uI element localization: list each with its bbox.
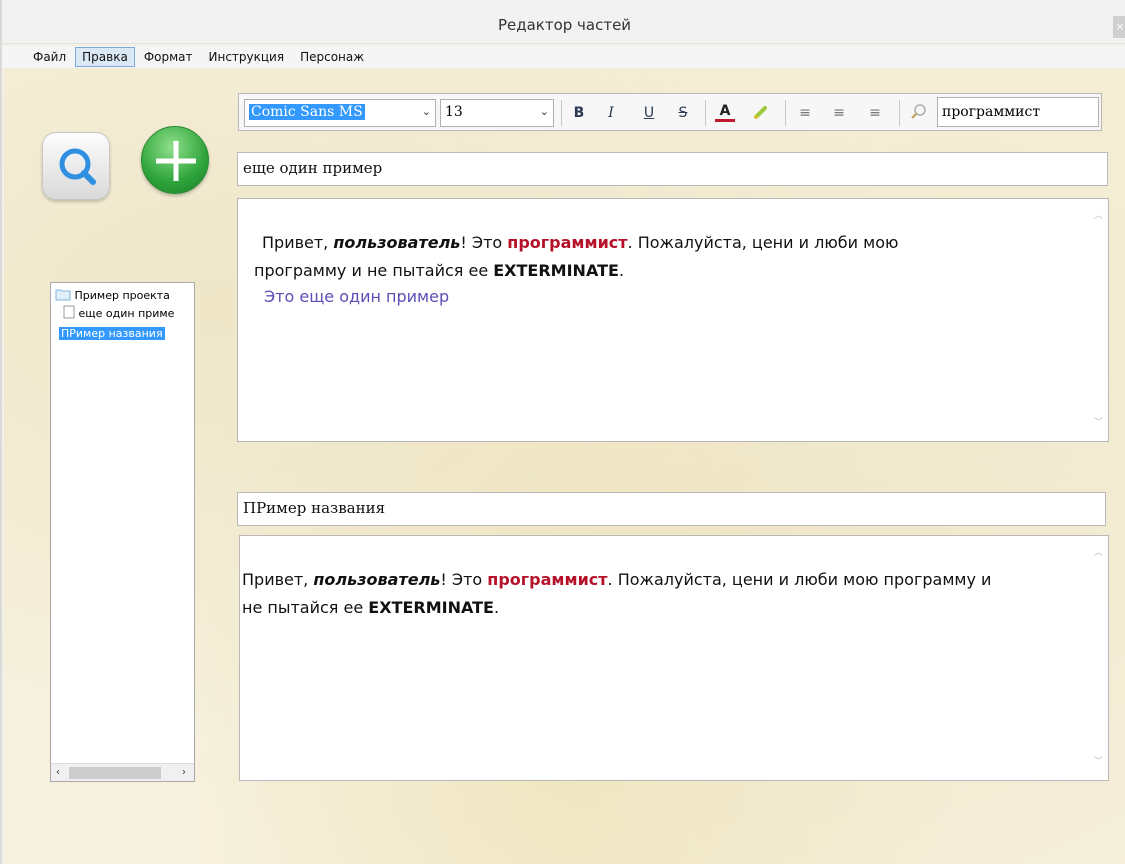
search-icon <box>911 104 926 119</box>
font-size-select[interactable]: 13 ⌄ <box>440 99 554 127</box>
part1-title-field[interactable]: еще один пример <box>237 152 1108 186</box>
find-button[interactable] <box>909 103 929 123</box>
text-run: программу и не пытайся ее <box>254 261 494 280</box>
align-left-button[interactable]: ≡ <box>795 103 815 123</box>
scroll-down-icon[interactable]: ﹀ <box>1094 410 1103 437</box>
text-run: ! Это <box>460 233 508 252</box>
magnifier-icon <box>59 148 96 185</box>
align-center-button[interactable]: ≡ <box>829 103 849 123</box>
part2-line-2: не пытайся ее EXTERMINATE. <box>242 594 499 621</box>
text-run: Привет, <box>242 570 314 589</box>
menu-format[interactable]: Формат <box>137 47 200 67</box>
text-run: Привет, <box>262 233 334 252</box>
menu-edit[interactable]: Правка <box>75 47 135 67</box>
menu-character[interactable]: Персонаж <box>293 47 371 67</box>
text-run: . <box>618 261 625 280</box>
part2-vertical-scrollbar[interactable]: ︿ ﹀ <box>1090 536 1108 780</box>
window-title: Редактор частей <box>497 16 632 34</box>
part2-paragraph: Привет, пользователь! Это программист. П… <box>242 566 1082 593</box>
text-run: . Пожалуйста, цени и люби мою <box>627 233 899 252</box>
parts-editor-window: Редактор частей × Файл Правка Формат Инс… <box>0 0 1125 864</box>
part2-title-field[interactable]: ПРимер названия <box>237 492 1106 526</box>
part1-line-3: Это еще один пример <box>264 287 450 306</box>
strikethrough-button[interactable]: S <box>673 103 693 123</box>
part1-vertical-scrollbar[interactable]: ︿ ﹀ <box>1090 199 1108 441</box>
scroll-up-icon[interactable]: ︿ <box>1094 540 1103 567</box>
text-run-bold: EXTERMINATE <box>368 598 494 617</box>
workspace: Пример проекта еще один приме ПРимер наз… <box>4 68 1125 864</box>
menu-instruction[interactable]: Инструкция <box>202 47 292 67</box>
scroll-thumb[interactable] <box>69 767 161 779</box>
tree-project-label: Пример проекта <box>74 289 170 302</box>
text-run-red: программист <box>487 570 608 589</box>
toolbar-separator <box>705 100 706 126</box>
tree-item-2[interactable]: ПРимер названия <box>59 325 165 343</box>
scroll-down-icon[interactable]: ﹀ <box>1094 749 1103 776</box>
highlight-button[interactable] <box>751 103 771 123</box>
toolbar-separator <box>561 100 562 126</box>
font-family-select[interactable]: Comic Sans MS ⌄ <box>244 99 436 127</box>
toolbar-separator <box>899 100 900 126</box>
text-run-bold-italic: пользователь <box>333 233 461 252</box>
tree-item-1[interactable]: еще один приме <box>63 305 194 323</box>
text-run-bold: EXTERMINATE <box>493 261 619 280</box>
align-right-button[interactable]: ≡ <box>865 103 885 123</box>
tree-item-2-label: ПРимер названия <box>59 327 165 340</box>
format-toolbar: Comic Sans MS ⌄ 13 ⌄ B I U S A ≡ ≡ ≡ про… <box>238 93 1102 131</box>
find-input[interactable]: программист <box>937 97 1099 127</box>
document-icon <box>63 305 75 319</box>
folder-icon <box>55 289 71 301</box>
scroll-left-icon[interactable]: ‹ <box>56 767 60 778</box>
plus-icon <box>156 141 196 181</box>
chevron-down-icon: ⌄ <box>421 105 431 118</box>
part1-paragraph: Привет, пользователь! Это программист. П… <box>262 229 1082 256</box>
menu-bar: Файл Правка Формат Инструкция Персонаж <box>2 46 1125 68</box>
tree-item-1-label: еще один приме <box>78 307 175 320</box>
part2-text-area[interactable]: Привет, пользователь! Это программист. П… <box>239 535 1109 781</box>
text-run: ! Это <box>440 570 488 589</box>
italic-button[interactable]: I <box>601 103 621 123</box>
close-button[interactable]: × <box>1113 16 1125 38</box>
tree-horizontal-scrollbar[interactable]: ‹ › <box>51 763 194 781</box>
chevron-down-icon: ⌄ <box>539 105 549 118</box>
scroll-right-icon[interactable]: › <box>182 767 186 778</box>
highlighter-icon <box>753 106 767 120</box>
toolbar-separator <box>785 100 786 126</box>
title-bar: Редактор частей × <box>2 0 1125 44</box>
text-run: не пытайся ее <box>242 598 369 617</box>
text-run: . Пожалуйста, цени и люби мою программу … <box>607 570 992 589</box>
add-part-button[interactable] <box>141 126 209 194</box>
text-run-bold-italic: пользователь <box>313 570 441 589</box>
underline-button[interactable]: U <box>639 103 659 123</box>
scroll-up-icon[interactable]: ︿ <box>1094 203 1103 230</box>
menu-file[interactable]: Файл <box>26 47 73 67</box>
font-size-value: 13 <box>445 104 463 120</box>
parts-tree[interactable]: Пример проекта еще один приме ПРимер наз… <box>50 282 195 782</box>
text-color-button[interactable]: A <box>715 103 735 122</box>
text-run-red: программист <box>507 233 628 252</box>
part1-text-area[interactable]: Привет, пользователь! Это программист. П… <box>237 198 1109 442</box>
part1-line-2: программу и не пытайся ее EXTERMINATE. <box>254 257 1074 284</box>
search-button[interactable] <box>42 132 110 200</box>
text-run: . <box>493 598 500 617</box>
bold-button[interactable]: B <box>569 103 589 123</box>
tree-project[interactable]: Пример проекта <box>55 287 170 305</box>
font-family-value: Comic Sans MS <box>249 104 365 120</box>
